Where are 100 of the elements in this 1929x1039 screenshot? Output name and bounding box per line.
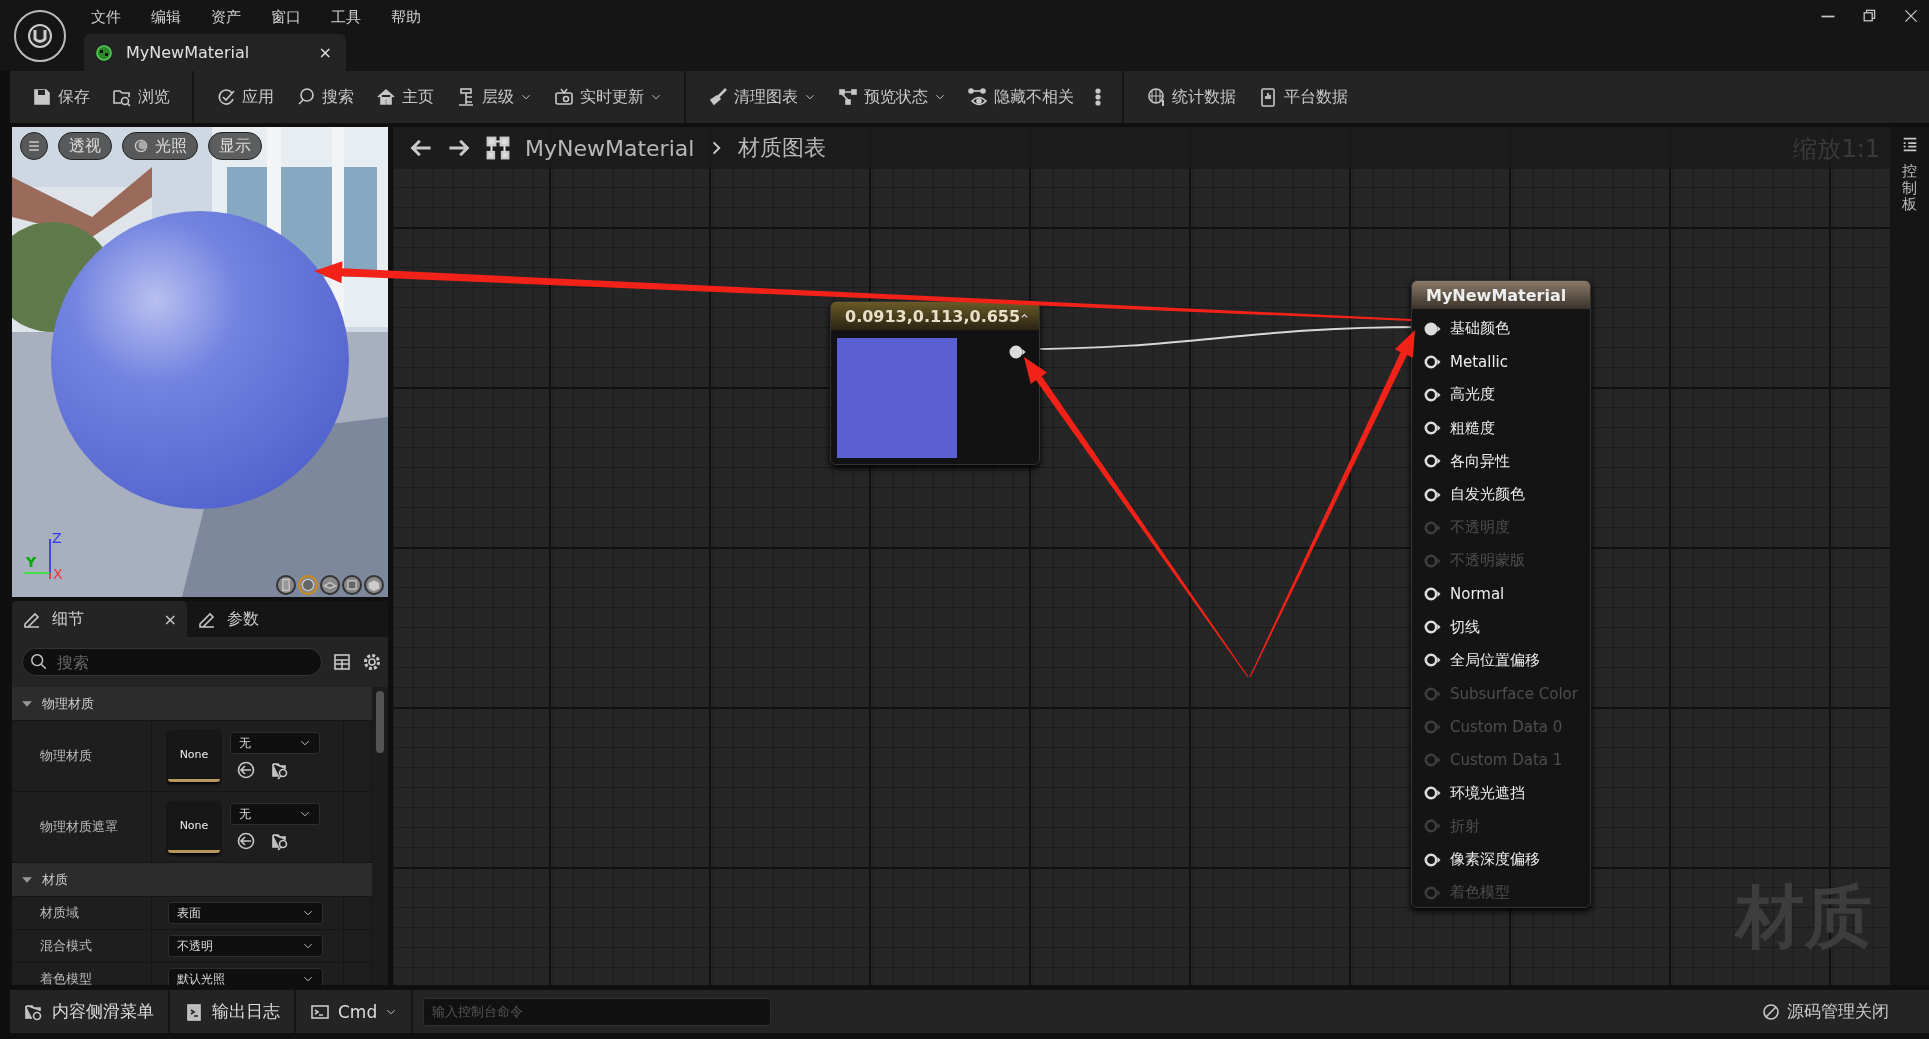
- input-pin[interactable]: Normal: [1412, 577, 1590, 611]
- toolbar-button[interactable]: 预览状态: [830, 80, 954, 114]
- use-selected-icon: [236, 831, 256, 851]
- source-control-button[interactable]: 源码管理关闭: [1761, 1000, 1929, 1023]
- scrollbar-thumb[interactable]: [376, 691, 384, 753]
- section-header[interactable]: 材质: [12, 863, 372, 897]
- menu-item[interactable]: 窗口: [268, 7, 304, 27]
- close-button[interactable]: ×: [318, 43, 332, 62]
- axis-lines-icon: [24, 539, 51, 580]
- toolbar-button[interactable]: 实时更新: [546, 80, 670, 114]
- table-icon: [332, 652, 352, 672]
- toolbar-button[interactable]: 统计数据: [1138, 80, 1244, 114]
- toolbar-button[interactable]: 层级: [448, 80, 540, 114]
- property-dropdown[interactable]: 默认光照: [168, 968, 323, 985]
- property-dropdown[interactable]: 不透明: [168, 935, 323, 957]
- toolbar-button[interactable]: 主页: [368, 80, 442, 114]
- minimize-icon: [1821, 14, 1835, 18]
- settings-icon: [362, 652, 382, 672]
- input-pin[interactable]: 基础颜色: [1412, 312, 1590, 346]
- menu-item[interactable]: 帮助: [388, 7, 424, 27]
- browse-icon: [270, 760, 290, 780]
- pin-icon[interactable]: [1424, 786, 1442, 801]
- asset-dropdown[interactable]: 无: [230, 803, 320, 825]
- menu-item[interactable]: 文件: [88, 7, 124, 27]
- property-dropdown[interactable]: 表面: [168, 902, 323, 924]
- bottom-bar-button[interactable]: 输出日志: [170, 990, 296, 1033]
- toolbar-button[interactable]: 平台数据: [1250, 80, 1356, 114]
- toolbar-button[interactable]: 浏览: [104, 80, 178, 114]
- input-pin[interactable]: 高光度: [1412, 378, 1590, 412]
- toolbar-button[interactable]: 保存: [24, 80, 98, 114]
- toolbar-button[interactable]: 搜索: [288, 80, 362, 114]
- asset-thumbnail[interactable]: None: [168, 730, 220, 782]
- pin-icon[interactable]: [1424, 421, 1442, 436]
- panel-tab[interactable]: 参数: [187, 601, 362, 637]
- breadcrumb-item[interactable]: 材质图表: [738, 133, 827, 163]
- menu-item[interactable]: 资产: [208, 7, 244, 27]
- bottom-bar-button[interactable]: 内容侧滑菜单: [10, 990, 170, 1033]
- search-field[interactable]: 搜索: [22, 648, 322, 676]
- input-pin[interactable]: 像素深度偏移: [1412, 843, 1590, 877]
- node-title: MyNewMaterial: [1426, 285, 1567, 305]
- input-pin[interactable]: 全局位置偏移: [1412, 643, 1590, 678]
- toolbar-button[interactable]: 应用: [208, 80, 282, 114]
- input-pin[interactable]: 各向异性: [1412, 444, 1590, 478]
- tab-title: MyNewMaterial: [126, 43, 251, 62]
- menu-item[interactable]: 工具: [328, 7, 364, 27]
- viewport-button[interactable]: 透视: [58, 132, 112, 160]
- axis-label: X: [53, 567, 63, 581]
- cmd-dropdown[interactable]: Cmd: [296, 990, 414, 1033]
- side-tab[interactable]: 控制板: [1902, 163, 1917, 213]
- menu-icon: [26, 138, 42, 154]
- property-label: 物理材质遮罩: [12, 792, 152, 862]
- viewport-button[interactable]: 光照: [122, 132, 198, 160]
- sphere-icon: [300, 577, 316, 593]
- nodes-icon: [838, 87, 858, 107]
- pin-icon[interactable]: [1424, 354, 1442, 369]
- graph-icon: [485, 135, 511, 161]
- breadcrumb-item[interactable]: MyNewMaterial: [525, 135, 695, 161]
- checker-sphere-icon: [1146, 87, 1166, 107]
- pin-icon[interactable]: [1424, 387, 1442, 402]
- pin-icon[interactable]: [1424, 321, 1442, 336]
- document-tab[interactable]: MyNewMaterial ×: [84, 34, 346, 71]
- tv-icon: [554, 87, 574, 107]
- cube-icon: [344, 577, 360, 593]
- node-title: 0.0913,0.113,0.655: [845, 306, 1021, 326]
- input-pin[interactable]: 自发光颜色: [1412, 477, 1590, 512]
- pin-icon[interactable]: [1424, 653, 1442, 668]
- input-pin[interactable]: 切线: [1412, 610, 1590, 644]
- axis-label: Z: [52, 531, 62, 545]
- asset-dropdown[interactable]: 无: [230, 732, 320, 754]
- input-pin[interactable]: Metallic: [1412, 345, 1590, 379]
- console-input[interactable]: 输入控制台命令: [423, 997, 772, 1026]
- property-label: 混合模式: [12, 930, 152, 962]
- checkmark-icon: [216, 87, 236, 107]
- search-icon: [296, 87, 316, 107]
- pin-icon[interactable]: [1424, 587, 1442, 602]
- toolbar-button[interactable]: 清理图表: [700, 80, 824, 114]
- property-label: 物理材质: [12, 721, 152, 791]
- menu-item[interactable]: 编辑: [148, 7, 184, 27]
- pin-icon[interactable]: [1424, 454, 1442, 469]
- section-header[interactable]: 物理材质: [12, 687, 372, 721]
- lighting-icon: [133, 138, 149, 154]
- home-icon: [376, 87, 396, 107]
- brush-icon: [708, 87, 728, 107]
- asset-thumbnail[interactable]: None: [168, 801, 220, 853]
- pin-icon[interactable]: [1009, 345, 1027, 359]
- browse-icon: [270, 831, 290, 851]
- eye-icon: [968, 87, 988, 107]
- hierarchy-icon: [456, 87, 476, 107]
- input-pin[interactable]: 粗糙度: [1412, 411, 1590, 445]
- viewport-button[interactable]: 显示: [208, 132, 262, 160]
- panel-tab[interactable]: 细节 ×: [12, 601, 187, 637]
- toolbar-button[interactable]: 隐藏不相关: [960, 80, 1082, 114]
- input-pin[interactable]: 环境光遮挡: [1412, 776, 1590, 810]
- pin-icon[interactable]: [1424, 487, 1442, 502]
- log-icon: [184, 1001, 204, 1022]
- constant-node[interactable]: 0.0913,0.113,0.655: [830, 301, 1040, 465]
- close-button[interactable]: ×: [163, 609, 177, 629]
- logo-icon[interactable]: [14, 10, 66, 62]
- pin-icon[interactable]: [1424, 620, 1442, 635]
- pin-icon[interactable]: [1424, 852, 1442, 867]
